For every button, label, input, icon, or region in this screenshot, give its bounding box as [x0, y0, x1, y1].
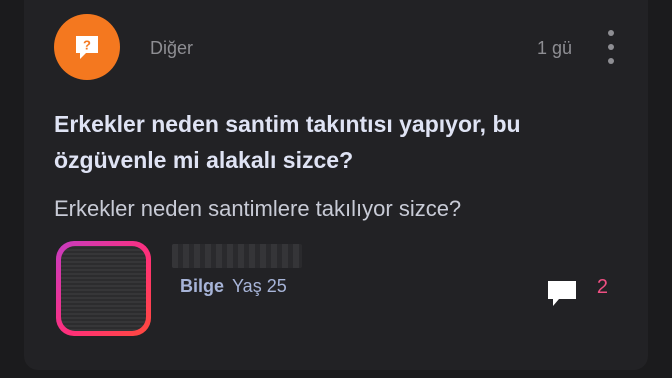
svg-text:?: ?	[83, 38, 91, 53]
author-name-redacted	[172, 244, 302, 268]
post-time: 1 gü	[536, 38, 572, 58]
author-age: Yaş 25	[232, 276, 287, 296]
question-body[interactable]: Erkekler neden santimlere takılıyor sizc…	[54, 195, 614, 223]
question-title[interactable]: Erkekler neden santim takıntısı yapıyor,…	[54, 106, 594, 178]
comment-count[interactable]: 2	[597, 276, 608, 299]
avatar-image	[61, 246, 146, 331]
more-options-icon[interactable]	[602, 30, 620, 64]
author-meta: Bilge Yaş 25	[180, 276, 287, 297]
comment-icon[interactable]	[546, 279, 578, 309]
author-avatar[interactable]	[56, 241, 151, 336]
category-label[interactable]: Diğer	[150, 38, 193, 59]
question-bubble-icon: ?	[76, 36, 98, 59]
category-avatar[interactable]: ?	[54, 14, 120, 80]
author-level: Bilge	[180, 276, 225, 296]
post-card[interactable]: ? Diğer 1 gü Erkekler neden santim takın…	[24, 0, 648, 370]
